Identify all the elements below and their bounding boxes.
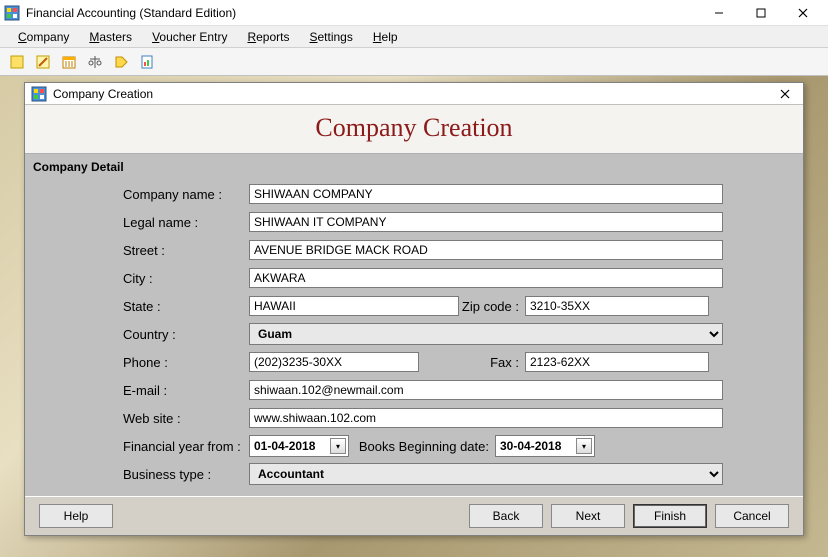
country-select[interactable]: Guam: [249, 323, 723, 345]
dialog-close-button[interactable]: [773, 84, 797, 104]
email-input[interactable]: [249, 380, 723, 400]
form-grid: Company name : Legal name : Street : Cit…: [33, 178, 795, 496]
website-input[interactable]: [249, 408, 723, 428]
company-name-input[interactable]: [249, 184, 723, 204]
financial-year-input[interactable]: [254, 439, 330, 453]
label-legal-name: Legal name :: [123, 215, 249, 230]
app-title: Financial Accounting (Standard Edition): [26, 6, 698, 20]
next-button[interactable]: Next: [551, 504, 625, 528]
phone-input[interactable]: [249, 352, 419, 372]
toolbar: [0, 48, 828, 76]
menu-company[interactable]: Company: [8, 28, 79, 46]
label-email: E-mail :: [123, 383, 249, 398]
dialog-heading: Company Creation: [25, 105, 803, 154]
dialog-footer: Help Back Next Finish Cancel: [25, 496, 803, 535]
dialog-icon: [31, 86, 47, 102]
dialog-heading-text: Company Creation: [25, 113, 803, 143]
legal-name-input[interactable]: [249, 212, 723, 232]
minimize-button[interactable]: [698, 1, 740, 25]
section-label: Company Detail: [33, 158, 795, 178]
label-books-begin: Books Beginning date:: [349, 439, 495, 454]
dialog-title: Company Creation: [53, 87, 773, 101]
toolbar-edit-icon[interactable]: [32, 51, 54, 73]
label-financial-year: Financial year from :: [123, 439, 249, 454]
label-phone: Phone :: [123, 355, 249, 370]
financial-year-date[interactable]: ▾: [249, 435, 349, 457]
books-begin-date[interactable]: ▾: [495, 435, 595, 457]
company-creation-dialog: Company Creation Company Creation Compan…: [24, 82, 804, 536]
titlebar: Financial Accounting (Standard Edition): [0, 0, 828, 26]
calendar-dropdown-icon[interactable]: ▾: [576, 438, 592, 454]
label-zip: Zip code :: [459, 299, 525, 314]
label-street: Street :: [123, 243, 249, 258]
cancel-button[interactable]: Cancel: [715, 504, 789, 528]
calendar-dropdown-icon[interactable]: ▾: [330, 438, 346, 454]
close-button[interactable]: [782, 1, 824, 25]
menu-settings[interactable]: Settings: [299, 28, 362, 46]
content-area: Company Creation Company Creation Compan…: [0, 76, 828, 557]
state-input[interactable]: [249, 296, 459, 316]
zip-input[interactable]: [525, 296, 709, 316]
window-controls: [698, 1, 824, 25]
menu-voucher-entry[interactable]: Voucher Entry: [142, 28, 237, 46]
books-begin-input[interactable]: [500, 439, 576, 453]
dialog-body: Company Detail Company name : Legal name…: [25, 154, 803, 496]
label-state: State :: [123, 299, 249, 314]
label-city: City :: [123, 271, 249, 286]
label-fax: Fax :: [419, 355, 525, 370]
back-button[interactable]: Back: [469, 504, 543, 528]
label-country: Country :: [123, 327, 249, 342]
fax-input[interactable]: [525, 352, 709, 372]
toolbar-balance-icon[interactable]: [84, 51, 106, 73]
help-button[interactable]: Help: [39, 504, 113, 528]
app-icon: [4, 5, 20, 21]
menu-reports[interactable]: Reports: [237, 28, 299, 46]
maximize-button[interactable]: [740, 1, 782, 25]
business-type-select[interactable]: Accountant: [249, 463, 723, 485]
label-company-name: Company name :: [123, 187, 249, 202]
menu-masters[interactable]: Masters: [79, 28, 142, 46]
label-business-type: Business type :: [123, 467, 249, 482]
app-window: Financial Accounting (Standard Edition) …: [0, 0, 828, 557]
street-input[interactable]: [249, 240, 723, 260]
toolbar-new-icon[interactable]: [6, 51, 28, 73]
finish-button[interactable]: Finish: [633, 504, 707, 528]
close-icon: [798, 8, 808, 18]
toolbar-tag-icon[interactable]: [110, 51, 132, 73]
menu-help[interactable]: Help: [363, 28, 408, 46]
maximize-icon: [756, 8, 766, 18]
label-website: Web site :: [123, 411, 249, 426]
dialog-titlebar: Company Creation: [25, 83, 803, 105]
menubar: Company Masters Voucher Entry Reports Se…: [0, 26, 828, 48]
close-icon: [780, 89, 790, 99]
toolbar-report-icon[interactable]: [136, 51, 158, 73]
city-input[interactable]: [249, 268, 723, 288]
toolbar-calendar-icon[interactable]: [58, 51, 80, 73]
minimize-icon: [714, 8, 724, 18]
